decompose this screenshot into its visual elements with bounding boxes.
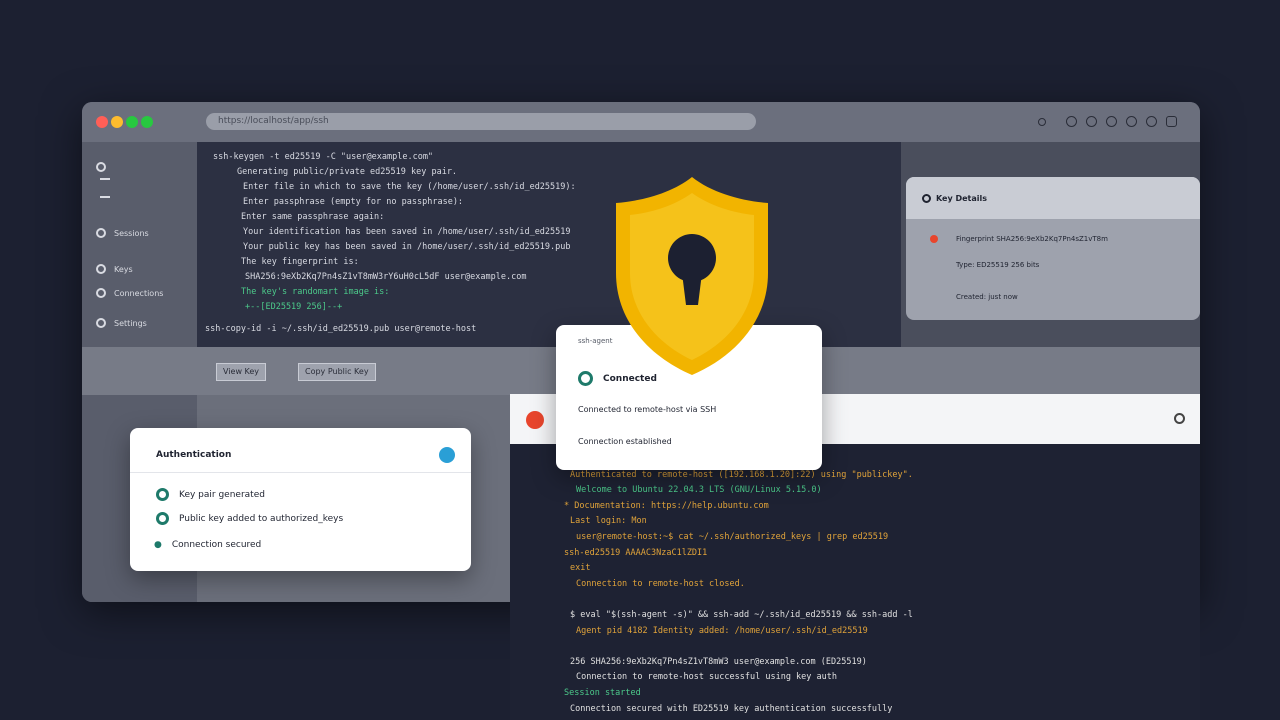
status-dot <box>930 235 938 243</box>
sidebar-item-label: Sessions <box>114 228 149 238</box>
alert-icon[interactable] <box>526 411 544 429</box>
code-editor[interactable]: ssh-keygen -t ed25519 -C "user@example.c… <box>197 142 901 347</box>
info-icon <box>922 194 931 203</box>
list-item-label: Key pair generated <box>179 489 265 500</box>
key-icon <box>96 264 106 274</box>
sessions-icon <box>96 228 106 238</box>
card-title: Key Details <box>936 194 988 203</box>
popup-footer-label: Connection secured <box>171 540 262 550</box>
sidebar-item-keys[interactable]: Keys <box>96 264 133 274</box>
check-circle-icon <box>156 512 169 525</box>
popup-line: Connected to remote-host via SSH <box>578 405 717 414</box>
terminal-line: Authenticated to remote-host ([192.168.1… <box>570 469 913 480</box>
divider <box>130 472 471 473</box>
code-line: The key's randomart image is: <box>241 287 390 297</box>
card-row: Type: ED25519 256 bits <box>956 261 1040 269</box>
sync-icon[interactable] <box>1126 116 1137 127</box>
card-row: Fingerprint SHA256:9eXb2Kq7Pn4sZ1vT8m <box>956 235 1108 243</box>
popup-line: Connection established <box>578 437 672 446</box>
shield-lock-icon <box>616 177 768 375</box>
sidebar-item-label: Keys <box>114 264 133 274</box>
terminal-line: $ eval "$(ssh-agent -s)" && ssh-add ~/.s… <box>570 610 913 620</box>
settings-icon[interactable] <box>1174 413 1185 424</box>
code-line: SHA256:9eXb2Kq7Pn4sZ1vT8mW3rY6uH0cL5dF u… <box>245 272 527 282</box>
copy-public-key-button[interactable]: Copy Public Key <box>298 363 376 381</box>
terminal-line: Connection to remote-host successful usi… <box>576 672 837 683</box>
terminal-line: exit <box>570 563 591 574</box>
info-icon[interactable] <box>439 447 455 463</box>
search-icon[interactable] <box>1086 116 1097 127</box>
terminal-line: Connection secured with ED25519 key auth… <box>570 703 893 714</box>
key-details-card: Key Details Fingerprint SHA256:9eXb2Kq7P… <box>906 177 1200 320</box>
code-line: The key fingerprint is: <box>241 257 359 267</box>
terminal-line: Agent pid 4182 Identity added: /home/use… <box>576 625 868 636</box>
popup-title: Authentication <box>156 450 232 460</box>
popup-footer: ● Connection secured <box>154 540 261 550</box>
authentication-popup: Authentication Key pair generated Public… <box>130 428 471 571</box>
fullscreen-window-button[interactable] <box>141 116 153 128</box>
code-line: Enter file in which to save the key (/ho… <box>243 182 576 192</box>
terminal-line: Session started <box>564 688 641 698</box>
code-line: Your public key has been saved in /home/… <box>243 242 571 252</box>
gear-icon <box>96 318 106 328</box>
view-key-button[interactable]: View Key <box>216 363 267 381</box>
download-icon[interactable] <box>1146 116 1157 127</box>
menu-icon[interactable] <box>1166 116 1177 127</box>
terminal-line: 256 SHA256:9eXb2Kq7Pn4sZ1vT8mW3 user@exa… <box>570 656 867 667</box>
sidebar-item-connections[interactable]: Connections <box>96 288 163 298</box>
check-circle-icon <box>156 488 169 501</box>
lock-icon: ● <box>154 540 162 550</box>
code-line: Your identification has been saved in /h… <box>243 227 571 237</box>
popup-header: ssh-agent <box>578 337 613 345</box>
close-window-button[interactable] <box>96 116 108 128</box>
home-icon <box>96 162 106 172</box>
terminal-line: ssh-ed25519 AAAAC3NzaC1lZDI1 <box>564 547 708 558</box>
code-line: ssh-keygen -t ed25519 -C "user@example.c… <box>213 152 434 162</box>
terminal-line: Connection to remote-host closed. <box>576 578 745 589</box>
terminal-line: user@remote-host:~$ cat ~/.ssh/authorize… <box>576 532 889 542</box>
shield-check-icon <box>578 371 593 386</box>
tab-icon[interactable] <box>1106 116 1117 127</box>
terminal-line: * Documentation: https://help.ubuntu.com <box>564 500 769 511</box>
link-icon <box>96 288 106 298</box>
list-item: Key pair generated <box>156 488 265 501</box>
code-line: Enter same passphrase again: <box>241 212 385 222</box>
minimize-window-button[interactable] <box>111 116 123 128</box>
code-line: Enter passphrase (empty for no passphras… <box>243 197 464 207</box>
title-bar: https://localhost/app/ssh <box>82 102 1200 142</box>
refresh-icon[interactable] <box>1066 116 1077 127</box>
terminal-line: Last login: Mon <box>570 516 647 527</box>
maximize-window-button[interactable] <box>126 116 138 128</box>
list-icon <box>100 178 110 198</box>
terminal-line: Welcome to Ubuntu 22.04.3 LTS (GNU/Linux… <box>576 485 822 496</box>
list-item-label: Public key added to authorized_keys <box>179 513 344 524</box>
sidebar-item-label: Settings <box>114 318 147 328</box>
list-item: Public key added to authorized_keys <box>156 512 343 525</box>
sidebar-item-sessions[interactable]: Sessions <box>96 228 149 238</box>
address-bar[interactable]: https://localhost/app/ssh <box>206 113 756 130</box>
terminal[interactable]: $ ssh -i ~/.ssh/id_ed25519 user@remote-h… <box>510 444 1200 720</box>
code-line: Generating public/private ed25519 key pa… <box>237 167 458 177</box>
sidebar-item-label: Connections <box>114 288 164 298</box>
settings-icon[interactable] <box>1038 118 1046 126</box>
card-row: Created: just now <box>956 293 1018 301</box>
sidebar-item-settings[interactable]: Settings <box>96 318 147 328</box>
editor-footer-line: ssh-copy-id -i ~/.ssh/id_ed25519.pub use… <box>205 324 477 334</box>
sidebar-item-home[interactable] <box>96 162 114 172</box>
code-line: +--[ED25519 256]--+ <box>245 302 343 312</box>
